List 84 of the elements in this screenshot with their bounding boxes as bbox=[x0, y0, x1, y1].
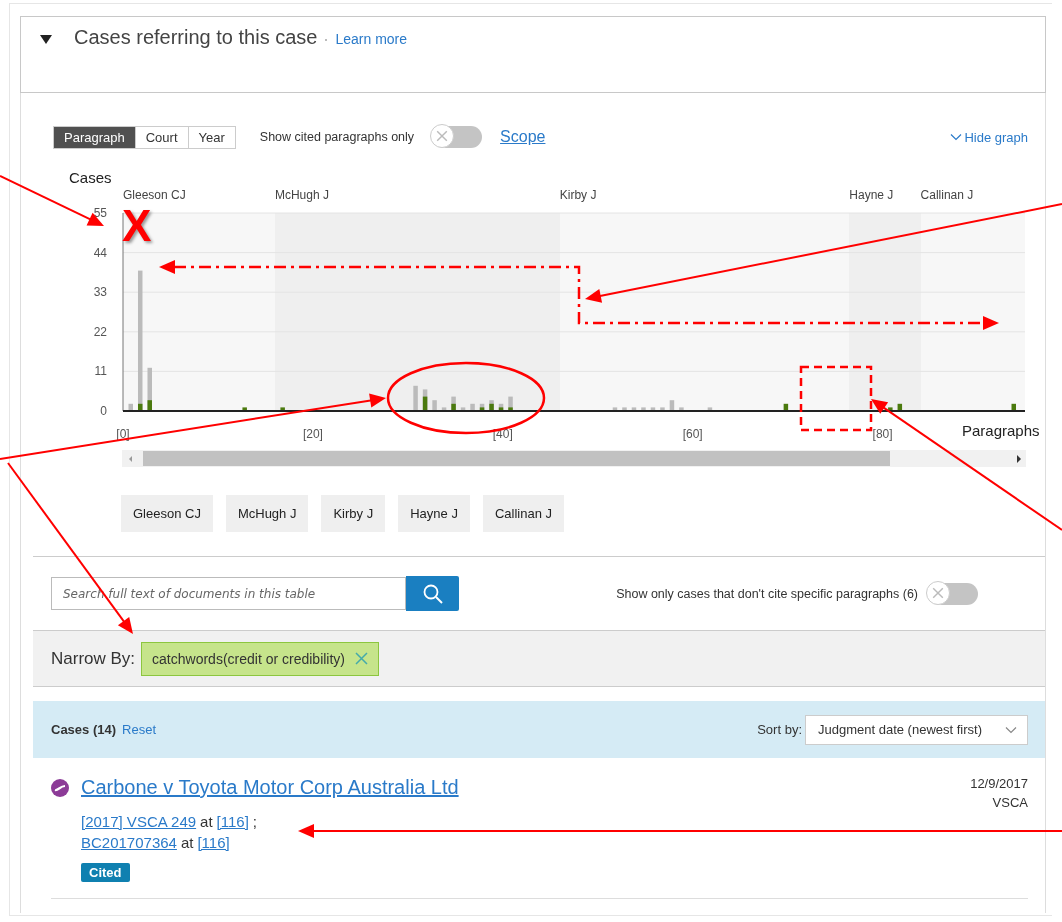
toggle-label: Show cited paragraphs only bbox=[259, 130, 415, 144]
cross-icon bbox=[932, 586, 944, 599]
tick-label: 44 bbox=[93, 245, 107, 260]
scrollbar[interactable] bbox=[122, 450, 1026, 467]
bar bbox=[280, 407, 285, 411]
reset-link[interactable]: Reset bbox=[122, 722, 156, 737]
tick-label: 55 bbox=[93, 206, 107, 220]
bar bbox=[888, 407, 893, 411]
sort-label: Sort by: bbox=[757, 722, 802, 737]
chevron-down-icon bbox=[950, 133, 963, 141]
search-button[interactable] bbox=[406, 576, 459, 611]
bar bbox=[631, 407, 637, 411]
judge-label: Callinan J bbox=[920, 188, 974, 202]
separator-text: ; bbox=[252, 812, 258, 832]
citation-link[interactable]: BC201707364 bbox=[81, 832, 177, 853]
bar bbox=[783, 403, 789, 411]
judge-filter-button[interactable]: Hayne J bbox=[398, 495, 470, 532]
bar bbox=[641, 407, 646, 411]
close-icon[interactable] bbox=[355, 652, 369, 665]
bar bbox=[413, 385, 418, 411]
judge-filter-button[interactable]: McHugh J bbox=[225, 495, 309, 532]
bar bbox=[650, 407, 656, 411]
sort-dropdown[interactable]: Judgment date (newest first) bbox=[805, 714, 1028, 745]
tick-label: 0 bbox=[100, 404, 107, 418]
bar bbox=[679, 407, 684, 411]
search-icon bbox=[421, 582, 444, 605]
filter-chip[interactable]: catchwords(credit or credibility) bbox=[141, 641, 380, 676]
scrollbar-thumb[interactable] bbox=[143, 451, 890, 466]
pinpoint-link[interactable]: [116] bbox=[216, 811, 249, 832]
tick-label: [20] bbox=[302, 427, 323, 441]
bar bbox=[242, 407, 247, 411]
toggle-switch[interactable] bbox=[928, 582, 978, 605]
bar bbox=[897, 403, 903, 411]
bar bbox=[470, 403, 475, 411]
bar bbox=[460, 407, 466, 411]
bar bbox=[1011, 403, 1016, 411]
bar bbox=[612, 407, 618, 411]
bar bbox=[707, 407, 713, 411]
judgment-date: 12/9/2017 bbox=[970, 776, 1028, 791]
judge-label: McHugh J bbox=[274, 188, 329, 202]
document-type-icon bbox=[51, 778, 69, 797]
search-field[interactable]: Search full text of documents in this table bbox=[51, 577, 406, 610]
cases-count: Cases (14) bbox=[51, 722, 117, 737]
court-name: VSCA bbox=[992, 795, 1028, 810]
section-title: Cases referring to this case bbox=[74, 25, 318, 50]
at-text: at bbox=[180, 833, 194, 853]
judge-filter-button[interactable]: Gleeson CJ bbox=[121, 495, 213, 532]
scroll-right-icon[interactable] bbox=[1017, 454, 1021, 463]
judge-filter-button[interactable]: Callinan J bbox=[482, 495, 564, 532]
bar bbox=[441, 407, 447, 411]
toggle-label: Show only cases that don't cite specific paragraphs (6) bbox=[616, 586, 918, 601]
judge-label: Hayne J bbox=[849, 188, 894, 202]
view-mode-tab[interactable]: Paragraph bbox=[54, 126, 135, 148]
annotation-cross-mark: X bbox=[122, 204, 152, 248]
tick-label: [40] bbox=[492, 427, 513, 441]
tick-label: [80] bbox=[872, 427, 893, 441]
scope-link[interactable]: Scope bbox=[500, 128, 546, 146]
citation-link[interactable]: [2017] VSCA 249 bbox=[81, 811, 197, 832]
chevron-down-icon bbox=[1005, 725, 1017, 734]
hide-graph-link[interactable]: Hide graph bbox=[950, 129, 1028, 145]
judge-filter-button[interactable]: Kirby J bbox=[321, 495, 386, 532]
judge-label: Kirby J bbox=[559, 188, 597, 202]
bar bbox=[669, 400, 675, 411]
case-title-link[interactable]: Carbone v Toyota Motor Corp Australia Ltd bbox=[81, 776, 459, 799]
axis-title: Paragraphs bbox=[962, 422, 1040, 439]
toggle-switch[interactable] bbox=[432, 126, 483, 148]
status-badge: Cited bbox=[81, 863, 130, 882]
axis-title: Cases bbox=[69, 169, 112, 186]
tick-label: [60] bbox=[682, 427, 703, 441]
narrow-by-label: Narrow By: bbox=[51, 648, 136, 669]
judge-label: Gleeson CJ bbox=[123, 188, 186, 202]
tick-label: 22 bbox=[93, 324, 107, 339]
at-text: at bbox=[200, 812, 213, 832]
scroll-left-icon[interactable] bbox=[129, 455, 132, 462]
bar bbox=[622, 407, 627, 411]
learn-more-link[interactable]: Learn more bbox=[335, 25, 408, 53]
collapse-triangle-icon[interactable] bbox=[40, 35, 52, 44]
tick-label: 11 bbox=[94, 364, 107, 379]
bar bbox=[660, 407, 665, 411]
cross-icon bbox=[436, 130, 449, 142]
bar bbox=[128, 403, 133, 411]
bar bbox=[432, 400, 437, 411]
tick-label: 33 bbox=[93, 285, 107, 300]
pinpoint-link[interactable]: [116] bbox=[197, 832, 230, 853]
